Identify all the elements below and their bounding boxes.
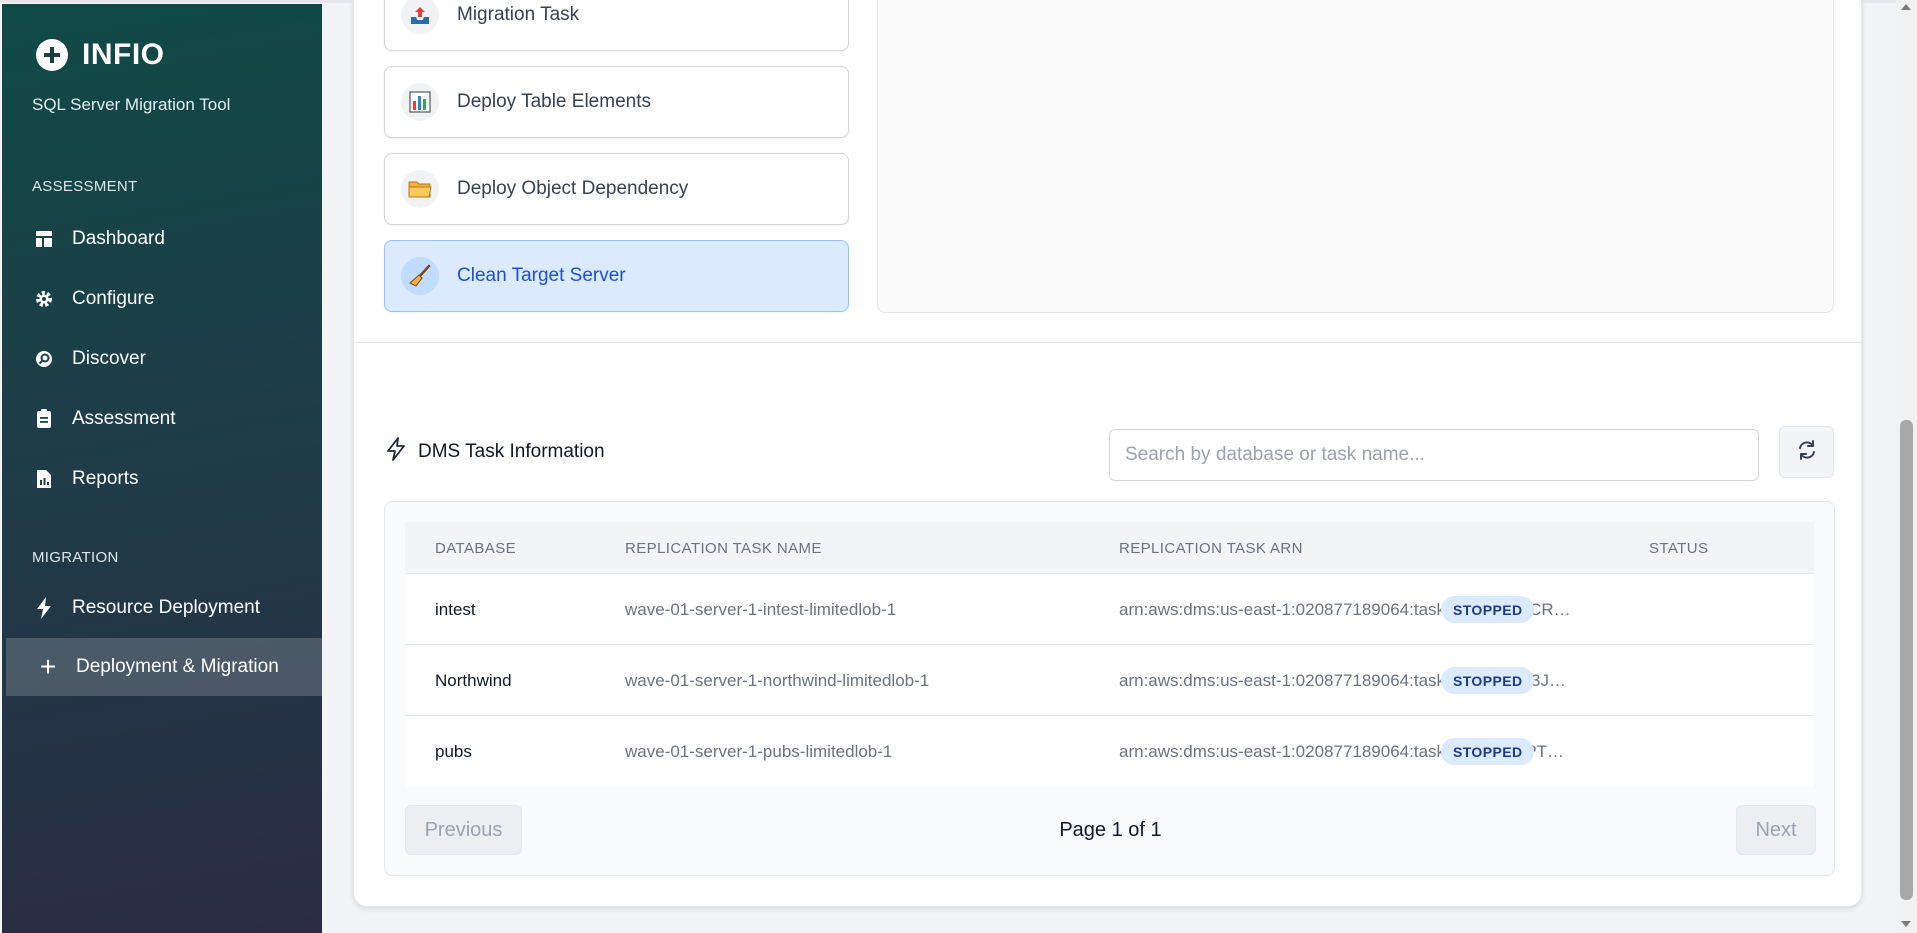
dms-title-text: DMS Task Information — [418, 441, 605, 462]
sidebar-item-assessment[interactable]: Assessment — [2, 390, 322, 448]
cell-task-name: wave-01-server-1-northwind-limitedlob-1 — [625, 670, 930, 690]
gear-icon — [34, 289, 54, 309]
brand-subtitle: SQL Server Migration Tool — [32, 95, 231, 114]
sidebar-item-resource-deployment[interactable]: Resource Deployment — [2, 579, 322, 637]
cell-database: intest — [435, 599, 476, 619]
status-badge: STOPPED — [1441, 667, 1535, 694]
dms-section-title: DMS Task Information — [386, 437, 605, 467]
previous-page-button[interactable]: Previous — [405, 805, 522, 855]
sidebar-item-label: Assessment — [72, 408, 176, 429]
pagination-info: Page 1 of 1 — [1059, 818, 1162, 841]
table-header: DATABASE REPLICATION TASK NAME REPLICATI… — [405, 522, 1814, 574]
sidebar-item-deployment-migration[interactable]: + Deployment & Migration — [6, 638, 322, 696]
search-input[interactable] — [1109, 429, 1759, 481]
lightning-icon — [34, 597, 54, 619]
cell-task-name: wave-01-server-1-pubs-limitedlob-1 — [625, 741, 893, 761]
brand-name: INFIO — [82, 38, 165, 71]
next-page-button[interactable]: Next — [1736, 805, 1816, 855]
cell-database: pubs — [435, 741, 472, 761]
status-badge: STOPPED — [1441, 738, 1535, 765]
sidebar-item-configure[interactable]: Configure — [2, 270, 322, 328]
sidebar: INFIO SQL Server Migration Tool ASSESSME… — [2, 4, 322, 933]
dms-task-table: DATABASE REPLICATION TASK NAME REPLICATI… — [384, 501, 1835, 876]
sidebar-item-label: Deployment & Migration — [76, 656, 279, 677]
sidebar-item-reports[interactable]: Reports — [2, 450, 322, 508]
sidebar-item-discover[interactable]: Discover — [2, 330, 322, 388]
refresh-button[interactable] — [1779, 426, 1834, 478]
task-button-label: Migration Task — [457, 4, 580, 25]
report-icon — [34, 469, 54, 489]
task-button-clean-target-server[interactable]: Clean Target Server — [384, 240, 849, 312]
table-row[interactable]: Northwind wave-01-server-1-northwind-lim… — [405, 645, 1814, 716]
status-badge: STOPPED — [1441, 596, 1535, 623]
lightning-icon — [386, 437, 406, 467]
column-header-task-arn[interactable]: REPLICATION TASK ARN — [1119, 522, 1589, 574]
folder-icon — [401, 170, 439, 208]
scrollbar-thumb[interactable] — [1900, 420, 1913, 900]
refresh-icon — [1796, 439, 1818, 466]
column-header-task-name[interactable]: REPLICATION TASK NAME — [625, 522, 822, 574]
discover-icon — [34, 349, 54, 369]
task-button-label: Clean Target Server — [457, 265, 626, 286]
sidebar-item-label: Resource Deployment — [72, 597, 260, 618]
sidebar-item-dashboard[interactable]: Dashboard — [2, 210, 322, 268]
upload-tray-icon — [401, 0, 439, 34]
vertical-scrollbar[interactable] — [1896, 0, 1917, 933]
section-label-assessment: ASSESSMENT — [32, 178, 138, 195]
scroll-up-arrow-icon[interactable] — [1901, 4, 1911, 10]
sidebar-item-label: Dashboard — [72, 228, 165, 249]
clipboard-icon — [34, 409, 54, 429]
section-label-migration: MIGRATION — [32, 549, 119, 566]
task-button-label: Deploy Table Elements — [457, 91, 651, 112]
scroll-down-arrow-icon[interactable] — [1901, 921, 1911, 927]
sidebar-item-label: Configure — [72, 288, 155, 309]
task-detail-panel — [877, 0, 1834, 313]
brand[interactable]: INFIO — [36, 38, 165, 72]
broom-icon — [401, 257, 439, 295]
task-button-deploy-table-elements[interactable]: Deploy Table Elements — [384, 66, 849, 138]
table-row[interactable]: intest wave-01-server-1-intest-limitedlo… — [405, 574, 1814, 645]
plus-circle-logo-icon — [36, 39, 68, 71]
section-divider — [354, 342, 1861, 343]
main-card: Migration Task Deploy Table Elements Dep… — [353, 0, 1862, 907]
dashboard-icon — [34, 229, 54, 249]
sidebar-item-label: Reports — [72, 468, 139, 489]
column-header-database[interactable]: DATABASE — [435, 522, 516, 574]
column-header-status[interactable]: STATUS — [1649, 522, 1708, 574]
bar-chart-icon — [401, 83, 439, 121]
sidebar-item-label: Discover — [72, 348, 146, 369]
task-button-deploy-object-dependency[interactable]: Deploy Object Dependency — [384, 153, 849, 225]
cell-task-name: wave-01-server-1-intest-limitedlob-1 — [625, 599, 897, 619]
cell-database: Northwind — [435, 670, 512, 690]
plus-icon: + — [39, 651, 57, 682]
task-button-label: Deploy Object Dependency — [457, 178, 689, 199]
task-button-migration-task[interactable]: Migration Task — [384, 0, 849, 51]
table-row[interactable]: pubs wave-01-server-1-pubs-limitedlob-1 … — [405, 716, 1814, 787]
